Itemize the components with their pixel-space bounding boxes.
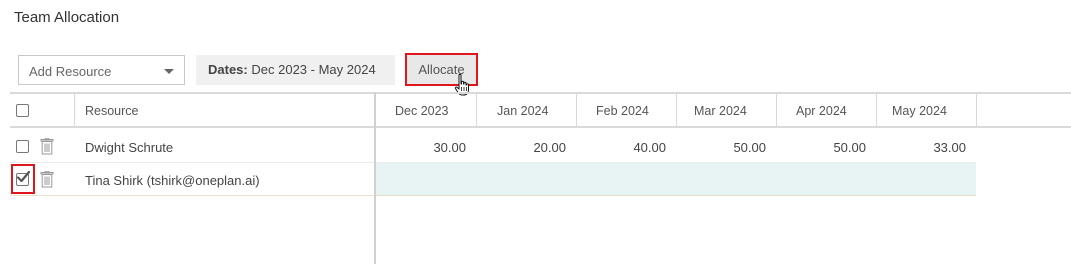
column-divider — [476, 94, 477, 126]
checkmark-icon — [16, 170, 31, 183]
allocation-cell[interactable]: 50.00 — [676, 140, 766, 155]
select-all-checkbox[interactable] — [16, 104, 29, 117]
trash-icon[interactable] — [40, 171, 54, 188]
column-header-month: Mar 2024 — [694, 104, 747, 118]
selected-row-background — [376, 163, 976, 196]
allocation-cell[interactable]: 33.00 — [876, 140, 966, 155]
header-top-border — [10, 92, 1071, 94]
chevron-down-icon — [164, 69, 174, 74]
allocate-button[interactable]: Allocate — [405, 53, 478, 86]
column-header-month: Feb 2024 — [596, 104, 649, 118]
allocation-cell[interactable]: 50.00 — [776, 140, 866, 155]
allocation-cell[interactable]: 20.00 — [476, 140, 566, 155]
allocation-cell[interactable]: 30.00 — [376, 140, 466, 155]
column-divider — [876, 94, 877, 126]
trash-icon[interactable] — [40, 138, 54, 155]
pane-splitter[interactable] — [374, 93, 376, 264]
column-divider — [576, 94, 577, 126]
column-header-month: Jan 2024 — [497, 104, 549, 118]
add-resource-placeholder: Add Resource — [29, 64, 112, 79]
column-divider — [74, 94, 75, 126]
column-divider — [776, 94, 777, 126]
add-resource-dropdown[interactable]: Add Resource — [18, 55, 185, 85]
row-checkbox[interactable] — [16, 140, 29, 153]
page-title: Team Allocation — [14, 9, 120, 26]
column-header-month: Dec 2023 — [395, 104, 449, 118]
column-divider — [976, 94, 977, 126]
dates-label: Dates: — [208, 62, 248, 77]
date-range-button[interactable]: Dates: Dec 2023 - May 2024 — [196, 55, 395, 85]
dates-value: Dec 2023 - May 2024 — [251, 62, 376, 77]
header-bottom-border — [10, 126, 1071, 128]
column-header-month: May 2024 — [892, 104, 947, 118]
column-header-month: Apr 2024 — [796, 104, 847, 118]
resource-name: Dwight Schrute — [85, 140, 174, 155]
allocation-cell[interactable]: 40.00 — [576, 140, 666, 155]
column-divider — [676, 94, 677, 126]
column-header-resource[interactable]: Resource — [85, 104, 139, 118]
resource-name: Tina Shirk (tshirk@oneplan.ai) — [85, 173, 260, 188]
